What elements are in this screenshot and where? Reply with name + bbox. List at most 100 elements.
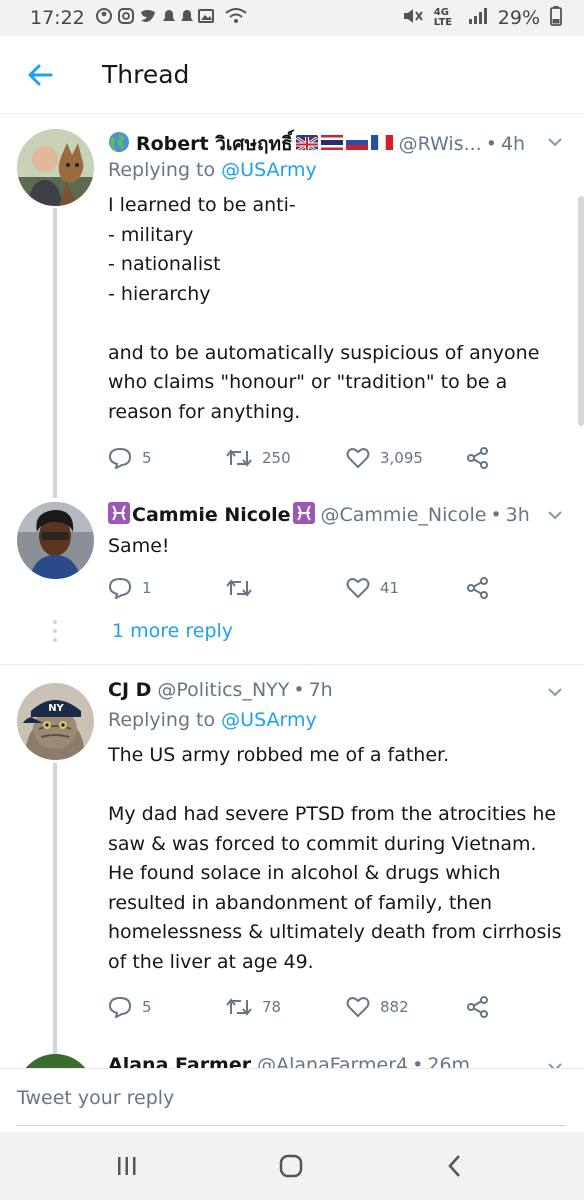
retweet-button[interactable]: 250 — [226, 448, 291, 468]
home-button[interactable] — [275, 1150, 307, 1182]
status-time: 17:22 — [30, 7, 85, 29]
back-icon — [448, 1155, 460, 1177]
share-icon — [467, 577, 488, 599]
tweet-header: Robert วิเศษฤทธิ์ @RWis... • 4h — [108, 129, 564, 157]
tweet-body: CJ D @Politics_NYY • 7h Replying to @USA… — [108, 679, 564, 977]
thread-gap-dots — [52, 620, 58, 642]
tweet-text: Same! — [108, 535, 170, 557]
separator-dot: • — [293, 679, 305, 701]
reply-button[interactable]: 5 — [108, 996, 152, 1018]
handle[interactable]: @Cammie_Nicole — [321, 504, 487, 526]
like-count: 3,095 — [380, 449, 423, 467]
flag-uk-icon — [295, 135, 318, 150]
avatar[interactable] — [17, 502, 94, 579]
pisces-icon — [292, 502, 315, 526]
separator-dot: • — [490, 504, 502, 526]
battery-icon — [550, 5, 562, 31]
mention-link[interactable]: @USArmy — [221, 709, 317, 731]
avatar[interactable] — [17, 129, 94, 206]
tweet-text: The US army robbed me of a father. My da… — [108, 744, 562, 973]
thread-line — [53, 208, 57, 498]
mention-link[interactable]: @USArmy — [221, 159, 317, 181]
reply-count: 5 — [142, 449, 152, 467]
tweet-text: I learned to be anti- - military - natio… — [108, 194, 540, 423]
retweet-count: 78 — [262, 998, 282, 1016]
handle[interactable]: @Politics_NYY — [157, 679, 289, 701]
share-button[interactable] — [466, 577, 490, 599]
status-right: 4G LTE 29% — [402, 5, 562, 31]
chevron-down-icon[interactable] — [546, 683, 564, 701]
display-name[interactable]: Alana Farmer — [108, 1054, 251, 1068]
scrollbar[interactable] — [578, 196, 584, 426]
back-button[interactable] — [22, 57, 58, 93]
share-icon — [467, 996, 488, 1018]
heart-icon — [346, 578, 370, 599]
signal-icon — [468, 7, 488, 30]
handle[interactable]: @RWis... — [399, 133, 482, 155]
mute-icon — [402, 7, 424, 30]
handle[interactable]: @AlanaFarmer4 — [257, 1054, 408, 1068]
share-button[interactable] — [466, 996, 490, 1018]
display-name[interactable]: CJ D — [108, 679, 151, 701]
reply-input[interactable]: Tweet your reply — [17, 1087, 174, 1109]
retweet-button[interactable]: 78 — [226, 997, 281, 1017]
status-notification-icons — [95, 6, 215, 31]
reply-icon — [108, 577, 132, 599]
reply-button[interactable]: 5 — [108, 447, 152, 469]
back-nav-button[interactable] — [438, 1150, 470, 1182]
tweet-3[interactable]: NY CJ D @Politics_NYY • 7h Replying to @… — [0, 665, 584, 1065]
tweet-actions: 1 41 — [108, 574, 508, 602]
tweet-2[interactable]: Cammie Nicole @Cammie_Nicole • 3h Same! … — [0, 500, 584, 662]
network-type: 4G LTE — [433, 7, 453, 28]
tweet-1[interactable]: Robert วิเศษฤทธิ์ @RWis... • 4h Replying… — [0, 115, 584, 499]
reply-composer[interactable]: Tweet your reply — [0, 1068, 584, 1132]
reply-button[interactable]: 1 — [108, 577, 152, 599]
replying-to: Replying to @USArmy — [108, 159, 564, 189]
replying-prefix: Replying to — [108, 159, 216, 181]
retweet-icon — [226, 998, 252, 1016]
arrow-left-icon — [28, 64, 53, 85]
separator-dot: • — [412, 1054, 424, 1068]
like-count: 41 — [380, 579, 400, 597]
chevron-down-icon[interactable] — [546, 1058, 564, 1068]
recent-apps-icon — [118, 1157, 136, 1175]
display-name[interactable]: Cammie Nicole — [132, 504, 291, 526]
timestamp: 7h — [308, 679, 333, 701]
timestamp: 26m — [427, 1054, 471, 1068]
avatar[interactable] — [17, 1054, 94, 1068]
reply-icon — [108, 447, 132, 469]
chevron-down-icon[interactable] — [546, 506, 564, 524]
retweet-icon — [226, 449, 252, 467]
svg-text:NY: NY — [48, 703, 64, 714]
avatar[interactable]: NY — [17, 683, 94, 760]
like-button[interactable]: 41 — [346, 577, 399, 599]
flag-thailand-icon — [320, 133, 343, 150]
recent-apps-button[interactable] — [111, 1150, 143, 1182]
tweet-header: CJ D @Politics_NYY • 7h — [108, 679, 564, 707]
flag-france-icon — [370, 133, 393, 150]
tweet-header: Alana Farmer @AlanaFarmer4 • 26m — [108, 1054, 564, 1068]
like-button[interactable]: 882 — [346, 996, 409, 1018]
reply-count: 1 — [142, 579, 152, 597]
like-button[interactable]: 3,095 — [346, 447, 423, 469]
share-button[interactable] — [466, 447, 490, 469]
retweet-button[interactable] — [226, 578, 252, 598]
timestamp: 4h — [500, 133, 526, 155]
tweet-4[interactable]: Alana Farmer @AlanaFarmer4 • 26m — [0, 1044, 584, 1068]
page-title: Thread — [102, 60, 190, 89]
more-replies-link[interactable]: 1 more reply — [112, 620, 233, 642]
system-nav-bar — [0, 1132, 584, 1200]
battery-percent: 29% — [497, 7, 540, 29]
display-name[interactable]: Robert วิเศษฤทธิ์ — [136, 129, 293, 159]
reply-count: 5 — [142, 998, 152, 1016]
status-left: 17:22 — [30, 6, 247, 31]
home-icon — [279, 1154, 303, 1178]
globe-icon — [108, 131, 130, 155]
pisces-icon — [108, 502, 130, 526]
tweet-body: Robert วิเศษฤทธิ์ @RWis... • 4h Replying… — [108, 129, 564, 427]
chevron-down-icon[interactable] — [546, 133, 564, 151]
replying-prefix: Replying to — [108, 709, 216, 731]
reply-icon — [108, 996, 132, 1018]
share-icon — [467, 447, 488, 469]
heart-icon — [346, 997, 370, 1018]
